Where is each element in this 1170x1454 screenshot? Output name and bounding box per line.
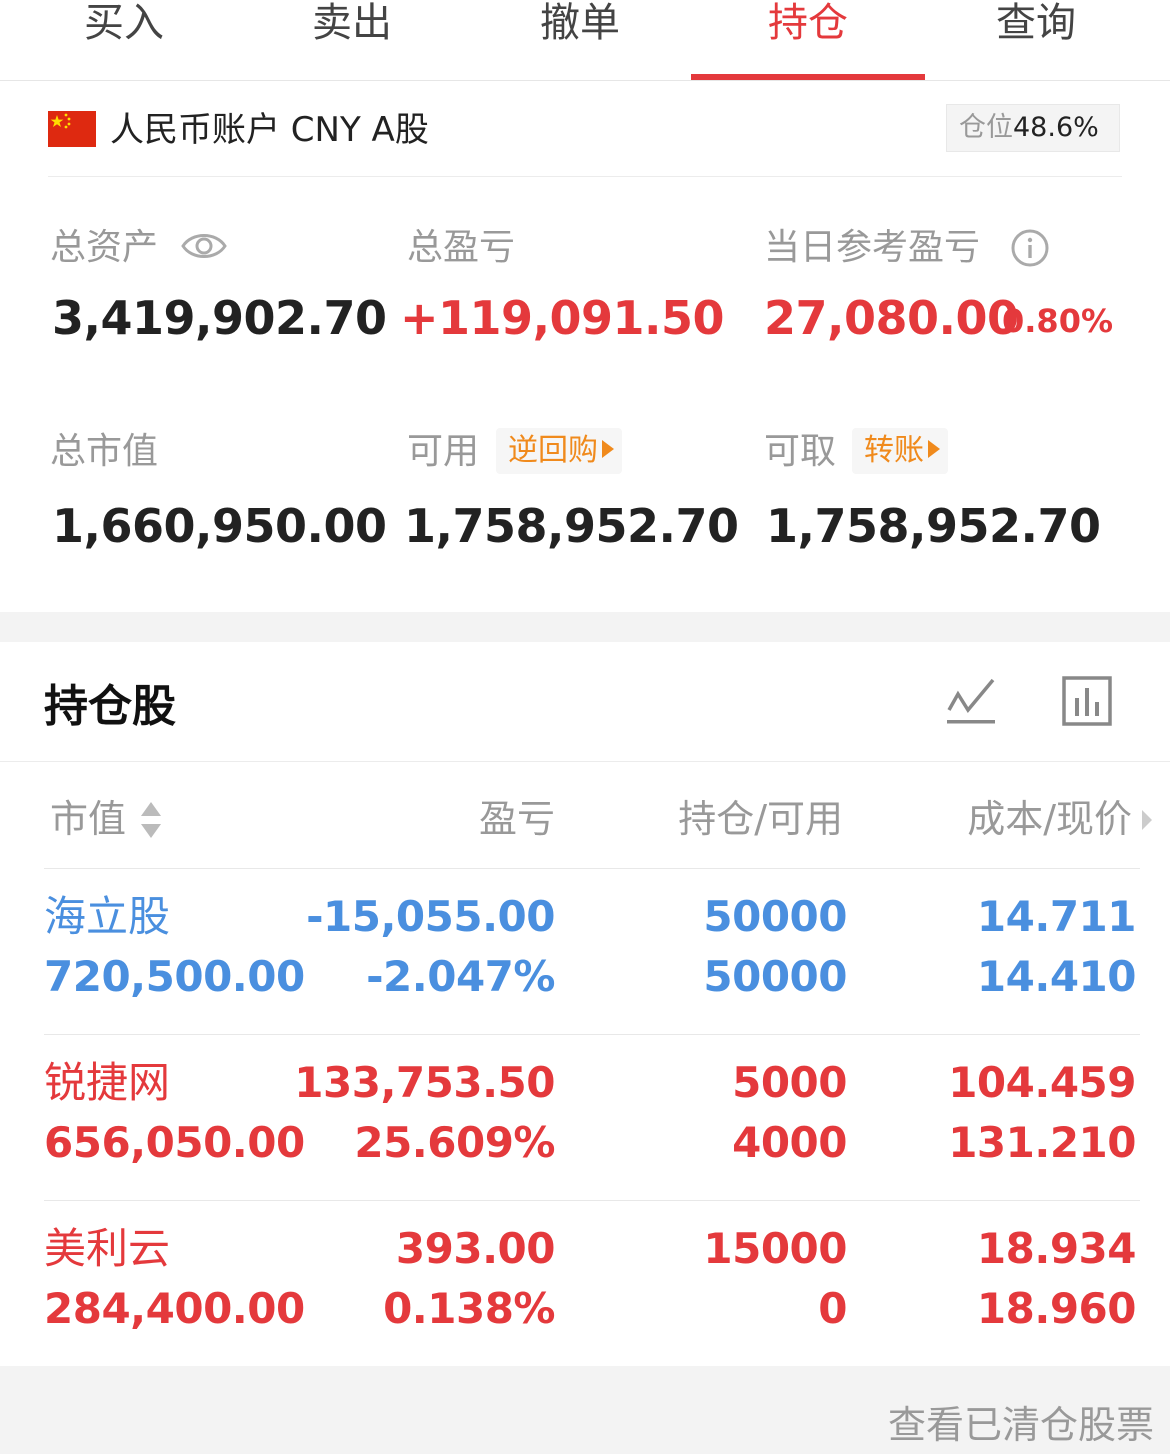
transfer-label: 转账 bbox=[864, 433, 924, 468]
holding-row[interactable]: 锐捷网 656,050.00 133,753.50 25.609% 5000 4… bbox=[0, 1034, 1170, 1200]
tab-cancel[interactable]: 撤单 bbox=[463, 0, 697, 80]
stock-price: 131.210 bbox=[948, 1118, 1136, 1167]
stock-cost: 104.459 bbox=[948, 1058, 1136, 1107]
holding-row[interactable]: 海立股 720,500.00 -15,055.00 -2.047% 50000 … bbox=[0, 868, 1170, 1034]
available-value: 1,758,952.70 bbox=[404, 499, 739, 553]
stock-cost: 18.934 bbox=[976, 1224, 1137, 1273]
divider bbox=[48, 176, 1122, 177]
holding-row[interactable]: 美利云 284,400.00 393.00 0.138% 15000 0 18.… bbox=[0, 1200, 1170, 1366]
stock-name: 锐捷网 bbox=[44, 1058, 170, 1108]
column-cost-price: 成本/现价 bbox=[967, 797, 1132, 841]
stock-pnl-percent: -2.047% bbox=[366, 952, 555, 1001]
tab-holdings[interactable]: 持仓 bbox=[691, 0, 925, 80]
tab-buy[interactable]: 买入 bbox=[7, 0, 241, 80]
daily-pnl-percent: 0.80% bbox=[1002, 302, 1114, 340]
info-icon[interactable] bbox=[1010, 228, 1050, 272]
triangle-right-icon bbox=[602, 439, 614, 458]
triangle-right-icon bbox=[928, 439, 940, 458]
china-flag-icon bbox=[48, 111, 96, 147]
stock-available: 0 bbox=[818, 1284, 847, 1333]
stock-market-value: 656,050.00 bbox=[44, 1118, 305, 1167]
stock-available: 4000 bbox=[732, 1118, 847, 1167]
column-market-value[interactable]: 市值 bbox=[50, 796, 126, 842]
stock-cost: 14.711 bbox=[976, 892, 1137, 941]
bar-chart-icon[interactable] bbox=[1062, 676, 1112, 730]
view-cleared-stocks-link[interactable]: 查看已清仓股票 bbox=[888, 1402, 1154, 1448]
column-position-available: 持仓/可用 bbox=[678, 797, 843, 841]
stock-name: 海立股 bbox=[44, 892, 170, 942]
withdrawable-value: 1,758,952.70 bbox=[766, 499, 1101, 553]
position-ratio-badge: 仓位48.6% bbox=[946, 104, 1120, 152]
section-separator bbox=[0, 612, 1170, 642]
market-value-label: 总市值 bbox=[50, 431, 159, 472]
tab-active-indicator bbox=[691, 74, 925, 80]
stock-position: 5000 bbox=[732, 1058, 847, 1107]
chevron-right-icon[interactable] bbox=[1140, 808, 1154, 836]
reverse-repo-label: 逆回购 bbox=[508, 433, 598, 468]
account-title: 人民币账户 CNY A股 bbox=[110, 110, 429, 150]
stock-position: 50000 bbox=[703, 892, 847, 941]
divider bbox=[0, 761, 1170, 762]
market-value: 1,660,950.00 bbox=[52, 499, 387, 553]
total-assets-value: 3,419,902.70 bbox=[52, 291, 387, 345]
stock-pnl-percent: 25.609% bbox=[354, 1118, 555, 1167]
stock-pnl: 133,753.50 bbox=[294, 1058, 555, 1107]
stock-name: 美利云 bbox=[44, 1224, 170, 1274]
tab-sell[interactable]: 卖出 bbox=[235, 0, 469, 80]
stock-price: 18.960 bbox=[976, 1284, 1137, 1333]
total-assets-label: 总资产 bbox=[50, 227, 159, 268]
stock-available: 50000 bbox=[703, 952, 847, 1001]
sort-icon[interactable] bbox=[140, 800, 162, 844]
column-pnl: 盈亏 bbox=[478, 797, 555, 841]
daily-pnl-label: 当日参考盈亏 bbox=[764, 227, 981, 268]
stock-name-text: 海立股 bbox=[44, 892, 171, 941]
total-pnl-value: +119,091.50 bbox=[400, 291, 725, 345]
stock-position: 15000 bbox=[703, 1224, 847, 1273]
withdrawable-label: 可取 bbox=[764, 431, 837, 472]
stock-pnl: 393.00 bbox=[395, 1224, 556, 1273]
total-pnl-label: 总盈亏 bbox=[407, 227, 516, 268]
position-value: 48.6% bbox=[1013, 112, 1099, 143]
stock-market-value: 720,500.00 bbox=[44, 952, 305, 1001]
tab-query[interactable]: 查询 bbox=[919, 0, 1153, 80]
stock-pnl: -15,055.00 bbox=[306, 892, 555, 941]
stock-market-value: 284,400.00 bbox=[44, 1284, 305, 1333]
line-chart-icon[interactable] bbox=[946, 676, 996, 730]
stock-name-text: 锐捷网 bbox=[44, 1058, 171, 1107]
stock-pnl-percent: 0.138% bbox=[383, 1284, 555, 1333]
reverse-repo-button[interactable]: 逆回购 bbox=[496, 428, 622, 474]
available-label: 可用 bbox=[407, 431, 480, 472]
daily-pnl-value: 27,080.00 bbox=[764, 291, 1019, 345]
stock-price: 14.410 bbox=[976, 952, 1137, 1001]
holdings-title: 持仓股 bbox=[44, 681, 176, 732]
position-label: 仓位 bbox=[959, 112, 1013, 143]
transfer-button[interactable]: 转账 bbox=[852, 428, 948, 474]
stock-name-text: 美利云 bbox=[44, 1224, 171, 1273]
eye-icon[interactable] bbox=[180, 228, 228, 268]
tab-bar: 买入 卖出 撤单 持仓 查询 bbox=[0, 0, 1170, 81]
